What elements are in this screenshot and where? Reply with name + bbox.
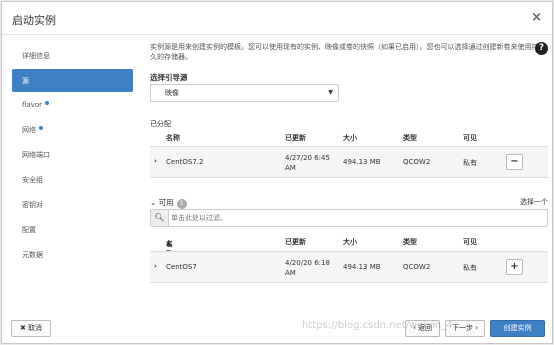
column-header-type[interactable]: 类型 <box>403 237 417 247</box>
sidebar-item-networks[interactable]: 网络 <box>12 118 133 142</box>
sidebar-item-label: flavor <box>22 101 43 109</box>
chevron-down-icon: ⌄ <box>150 198 159 207</box>
cancel-button[interactable]: ✖ 取消 <box>11 320 51 337</box>
source-description: 实例源是用来创建实例的模板。您可以使用现有的实例、映像或卷的快照（如果已启用）。… <box>150 43 539 61</box>
select-one-hint: 选择一个 <box>520 198 548 206</box>
sidebar-item-label: 详细信息 <box>22 52 50 60</box>
row-updated: 4/27/20 6:45 AM <box>285 154 330 172</box>
column-header-name[interactable]: 名称 <box>166 133 180 143</box>
available-table-header: 名称 ▲ 已更新 大小 类型 可见 <box>150 235 548 258</box>
chevron-right-icon[interactable]: › <box>154 262 157 270</box>
launch-instance-modal: 启动实例 × 详细信息 源 flavor 网络 网络端口 安全组 密钥对 配置 … <box>1 1 553 344</box>
column-header-visibility[interactable]: 可见 <box>463 133 477 143</box>
close-icon[interactable]: × <box>531 10 542 25</box>
required-dot-icon <box>45 101 50 105</box>
boot-source-value: 映像 <box>165 89 179 97</box>
column-header-visibility[interactable]: 可见 <box>463 237 477 247</box>
allocated-table-header: 名称 已更新 大小 类型 可见 <box>150 131 548 145</box>
sort-asc-icon: ▲ <box>166 239 172 247</box>
row-visibility: 私有 <box>463 264 477 272</box>
sidebar-item-label: 网络端口 <box>22 151 50 159</box>
source-panel: 实例源是用来创建实例的模板。您可以使用现有的实例、映像或卷的快照（如果已启用）。… <box>150 42 548 283</box>
modal-footer: ✖ 取消 ‹ 返回 下一步 › 创建实例 <box>2 308 554 345</box>
create-instance-button[interactable]: 创建实例 <box>490 320 545 337</box>
sidebar-item-security-groups[interactable]: 安全组 <box>12 168 133 192</box>
filter-input[interactable] <box>171 210 541 226</box>
modal-title: 启动实例 <box>12 14 56 27</box>
sidebar-item-flavor[interactable]: flavor <box>12 93 133 117</box>
row-name: CentOS7 <box>166 263 197 271</box>
row-type: QCOW2 <box>403 263 431 271</box>
chevron-right-icon[interactable]: › <box>154 157 157 165</box>
sidebar-item-key-pair[interactable]: 密钥对 <box>12 193 133 217</box>
sidebar-item-label: 元数据 <box>22 251 43 259</box>
available-count-badge: 1 <box>176 199 187 209</box>
row-size: 494.13 MB <box>343 158 381 166</box>
sidebar-item-label: 网络 <box>22 126 36 134</box>
sidebar-item-configuration[interactable]: 配置 <box>12 218 133 242</box>
column-header-type[interactable]: 类型 <box>403 133 417 143</box>
filter-box: 🔍︎ <box>150 209 548 227</box>
row-updated: 4/20/20 6:18 AM <box>285 259 330 277</box>
sidebar-item-label: 安全组 <box>22 176 43 184</box>
row-type: QCOW2 <box>403 158 431 166</box>
sidebar-item-label: 源 <box>22 77 29 85</box>
boot-source-label: 选择引导源 <box>150 73 188 82</box>
sidebar-item-network-ports[interactable]: 网络端口 <box>12 143 133 167</box>
sidebar-item-metadata[interactable]: 元数据 <box>12 243 133 267</box>
search-icon: 🔍︎ <box>151 210 169 226</box>
table-row: › CentOS7.2 4/27/20 6:45 AM 494.13 MB QC… <box>150 146 548 178</box>
available-toggle[interactable]: ⌄ 可用 1 <box>150 197 187 209</box>
wizard-sidebar: 详细信息 源 flavor 网络 网络端口 安全组 密钥对 配置 元数据 <box>12 44 133 268</box>
table-row: › CentOS7 4/20/20 6:18 AM 494.13 MB QCOW… <box>150 251 548 283</box>
sidebar-item-label: 配置 <box>22 226 36 234</box>
next-button[interactable]: 下一步 › <box>445 320 485 337</box>
column-header-size[interactable]: 大小 <box>343 133 357 143</box>
row-name: CentOS7.2 <box>166 158 204 166</box>
sidebar-item-label: 密钥对 <box>22 201 43 209</box>
sidebar-item-details[interactable]: 详细信息 <box>12 44 133 68</box>
allocate-button[interactable]: + <box>506 259 523 275</box>
row-visibility: 私有 <box>463 159 477 167</box>
required-dot-icon <box>39 126 43 130</box>
column-header-updated[interactable]: 已更新 <box>285 237 306 247</box>
allocated-label: 已分配 <box>150 120 171 128</box>
boot-source-select[interactable]: 映像 ▼ <box>150 84 339 102</box>
deallocate-button[interactable]: − <box>506 154 523 170</box>
column-header-size[interactable]: 大小 <box>343 237 357 247</box>
row-size: 494.13 MB <box>343 263 381 271</box>
caret-down-icon: ▼ <box>328 89 333 96</box>
column-header-updated[interactable]: 已更新 <box>285 133 306 143</box>
sidebar-item-source[interactable]: 源 <box>12 69 133 92</box>
available-label: 可用 <box>158 198 174 207</box>
help-icon[interactable]: ? <box>535 42 548 55</box>
modal-header: 启动实例 × <box>2 2 552 35</box>
back-button[interactable]: ‹ 返回 <box>405 320 440 337</box>
